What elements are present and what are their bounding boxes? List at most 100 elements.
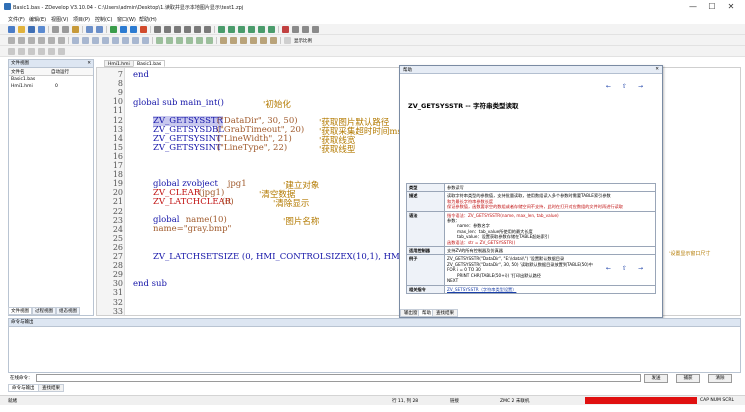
back-icon[interactable]: ← (606, 83, 611, 90)
tab-find-results[interactable]: 查找结果 (432, 309, 458, 317)
list-tool-icon[interactable] (122, 37, 129, 44)
copy-icon[interactable] (62, 26, 69, 33)
column-header[interactable]: 文件名 (11, 69, 25, 75)
home-icon[interactable]: ⇧ (622, 265, 627, 272)
menu-control[interactable]: 控制(C) (95, 16, 112, 23)
emergency-stop-icon[interactable] (282, 26, 289, 33)
forward-icon[interactable]: → (638, 83, 643, 90)
align-top-icon[interactable] (176, 37, 183, 44)
same-height-icon[interactable] (206, 37, 213, 44)
zoom-select-icon[interactable] (284, 37, 291, 44)
tab-hmi-view[interactable]: 组态视图 (56, 307, 80, 315)
switch-tool-icon[interactable] (92, 37, 99, 44)
stop-icon[interactable] (140, 26, 147, 33)
command-input[interactable] (36, 374, 641, 382)
front-icon[interactable] (260, 37, 267, 44)
maximize-button[interactable]: ☐ (705, 2, 719, 12)
tab-file-view[interactable]: 文件视图 (8, 307, 32, 315)
tab-hmi1[interactable]: Hmi1.hmi (104, 60, 134, 67)
outdent-icon[interactable] (28, 48, 35, 55)
same-width-icon[interactable] (196, 37, 203, 44)
paste-icon[interactable] (72, 26, 79, 33)
save-all-icon[interactable] (38, 26, 45, 33)
goto-icon[interactable] (312, 26, 319, 33)
tab-basic1[interactable]: Basic1.bas (133, 60, 166, 67)
image-tool-icon[interactable] (132, 37, 139, 44)
step-out-icon[interactable] (268, 26, 275, 33)
undo-icon[interactable] (86, 26, 93, 33)
forward-icon[interactable]: → (638, 265, 643, 272)
open-folder-icon[interactable] (18, 26, 25, 33)
find-icon[interactable] (292, 26, 299, 33)
home-icon[interactable]: ⇧ (622, 83, 627, 90)
register-icon[interactable] (184, 26, 191, 33)
step-icon[interactable] (248, 26, 255, 33)
table-tool-icon[interactable] (142, 37, 149, 44)
pointer-icon[interactable] (8, 37, 15, 44)
back-icon[interactable]: ← (606, 265, 611, 272)
download-ram-icon[interactable] (120, 26, 127, 33)
line-number: 25 (112, 233, 123, 243)
align-left-icon[interactable] (156, 37, 163, 44)
bookmark-icon[interactable] (58, 48, 65, 55)
tab-command-output[interactable]: 命令与输出 (8, 384, 39, 392)
close-icon[interactable]: ✕ (655, 67, 659, 72)
help-key: 适用控制器 (406, 246, 445, 256)
close-icon[interactable]: ✕ (87, 60, 91, 68)
menu-file[interactable]: 文件(F) (8, 16, 25, 23)
download-rom-icon[interactable] (130, 26, 137, 33)
step-into-icon[interactable] (258, 26, 265, 33)
menu-view[interactable]: 视图(V) (51, 16, 68, 23)
related-link[interactable]: ZV_SETSYSSTR（字符串类型设置） (447, 287, 516, 292)
replace-icon[interactable] (302, 26, 309, 33)
combo-tool-icon[interactable] (112, 37, 119, 44)
close-button[interactable]: ✕ (724, 2, 738, 12)
variable-icon[interactable] (194, 26, 201, 33)
io-icon[interactable] (174, 26, 181, 33)
comment-icon[interactable] (38, 48, 45, 55)
label-tool-icon[interactable] (72, 37, 79, 44)
grid-icon[interactable] (240, 37, 247, 44)
new-file-icon[interactable] (8, 26, 15, 33)
list-item[interactable]: Hmi1.hmi 0 (9, 83, 93, 90)
tab-find-results[interactable]: 查找结果 (38, 384, 64, 392)
save-icon[interactable] (28, 26, 35, 33)
button-tool-icon[interactable] (82, 37, 89, 44)
task-icon[interactable] (228, 26, 235, 33)
align-bottom-icon[interactable] (186, 37, 193, 44)
manual-icon[interactable] (218, 26, 225, 33)
table-icon[interactable] (204, 26, 211, 33)
back-icon[interactable] (270, 37, 277, 44)
polygon-icon[interactable] (58, 37, 65, 44)
clear-button[interactable]: 清除 (708, 374, 732, 383)
connect-icon[interactable] (110, 26, 117, 33)
arc-icon[interactable] (48, 37, 55, 44)
list-item[interactable]: Basic1.bas (9, 76, 93, 83)
circle-icon[interactable] (38, 37, 45, 44)
minimize-button[interactable]: — (686, 2, 700, 12)
oscilloscope-icon[interactable] (154, 26, 161, 33)
menu-help[interactable]: 帮助(H) (139, 16, 157, 23)
breakpoint-icon[interactable] (238, 26, 245, 33)
menu-window[interactable]: 窗口(W) (117, 16, 136, 23)
capture-button[interactable]: 捕获 (676, 374, 700, 383)
send-button[interactable]: 发送 (644, 374, 668, 383)
snap-icon[interactable] (250, 37, 257, 44)
zoom-in-icon[interactable] (220, 37, 227, 44)
uncomment-icon[interactable] (48, 48, 55, 55)
cut-icon[interactable] (52, 26, 59, 33)
column-header[interactable]: 自动运行 (51, 69, 69, 75)
line-number: 31 (112, 288, 123, 298)
zoom-out-icon[interactable] (230, 37, 237, 44)
menu-project[interactable]: 项目(P) (73, 16, 90, 23)
menu-edit[interactable]: 编辑(E) (29, 16, 46, 23)
axis-param-icon[interactable] (164, 26, 171, 33)
tab-proc-view[interactable]: 过程视图 (32, 307, 56, 315)
align-right-icon[interactable] (166, 37, 173, 44)
edit-tool-icon[interactable] (102, 37, 109, 44)
redo-icon[interactable] (96, 26, 103, 33)
rect-icon[interactable] (28, 37, 35, 44)
indent-icon[interactable] (18, 48, 25, 55)
line-icon[interactable] (18, 37, 25, 44)
format-icon[interactable] (8, 48, 15, 55)
